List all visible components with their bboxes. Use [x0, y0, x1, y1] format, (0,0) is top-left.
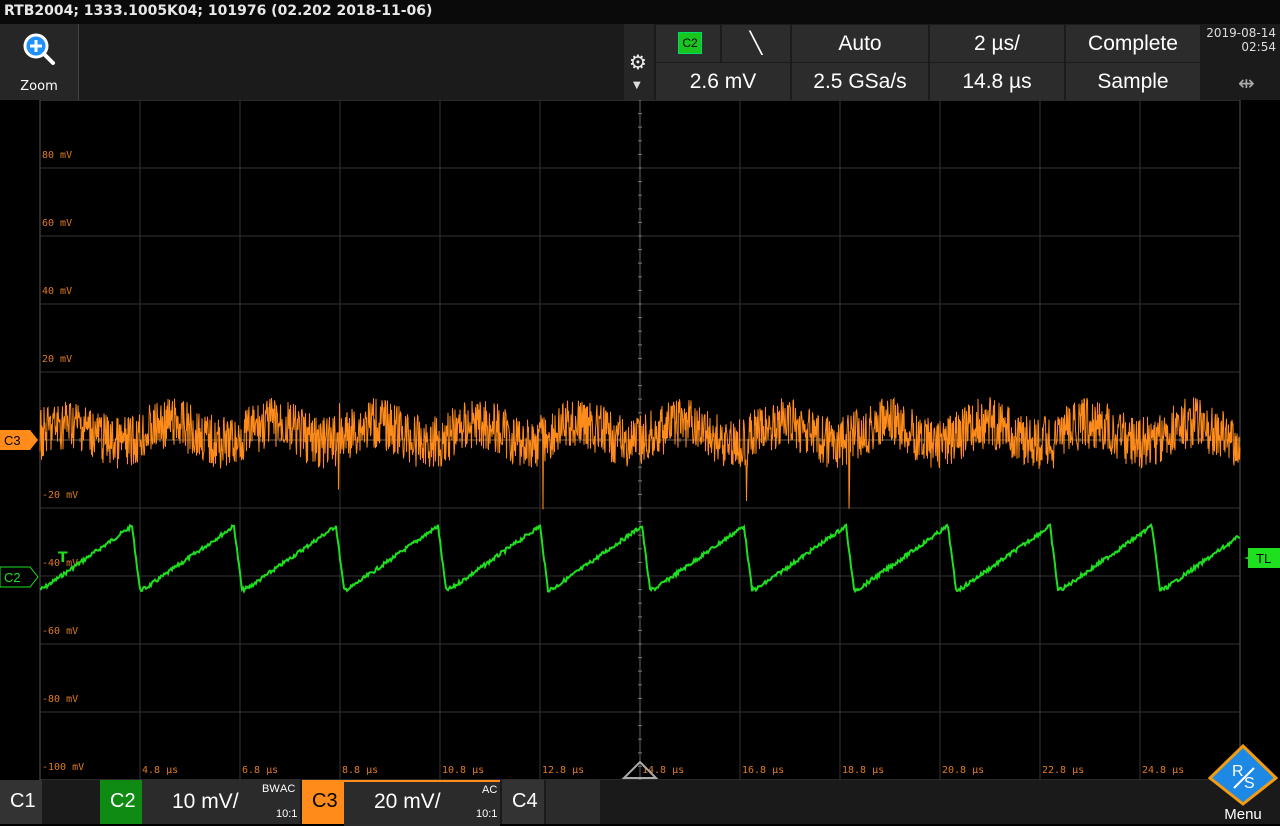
title-bar: RTB2004; 1333.1005K04; 101976 (02.202 20…	[0, 0, 1280, 25]
x-axis-label: 4.8 µs	[142, 765, 178, 776]
c4-label: C4	[512, 790, 538, 812]
top-panel: Zoom ⚙ ▼ C2 ╲ Auto 2 µs/ Complete 2.6 mV…	[0, 24, 1280, 100]
datetime: 2019-08-14 02:54	[1204, 24, 1276, 54]
x-axis-label: 18.8 µs	[842, 765, 884, 776]
waveform-display: 80 mV60 mV40 mV20 mV-20 mV-40 mV-60 mV-8…	[0, 99, 1280, 781]
x-axis-label: 20.8 µs	[942, 765, 984, 776]
channel-c3-settings[interactable]: 20 mV/ AC 10:1	[344, 780, 500, 826]
zoom-in-icon	[23, 33, 55, 65]
channel-c2-tab[interactable]: C2	[100, 780, 142, 824]
chevron-down-icon: ▼	[633, 80, 641, 91]
gear-icon: ⚙	[629, 50, 647, 74]
rs-logo-icon: R S	[1207, 743, 1279, 806]
c3-ground-marker[interactable]: C3	[0, 430, 38, 450]
c2-probe: 10:1	[276, 808, 298, 820]
y-axis-label: -20 mV	[42, 490, 78, 501]
zoom-button[interactable]: Zoom	[0, 24, 79, 100]
y-axis-label: 80 mV	[42, 150, 72, 161]
acquisition-mode[interactable]: Sample	[1066, 63, 1200, 100]
trigger-mode[interactable]: Auto	[792, 25, 928, 62]
x-axis-labels: 4.8 µs 6.8 µs 8.8 µs 10.8 µs 12.8 µs 14.8 µs 1…	[142, 765, 1184, 776]
channel-c4-tab[interactable]: C4	[502, 780, 544, 824]
c3-marker-label: C3	[4, 433, 21, 448]
c1-label: C1	[10, 790, 36, 812]
trigger-level-label: TL	[1256, 551, 1271, 566]
c2-ground-marker[interactable]: C2	[0, 566, 39, 588]
y-axis-labels: 80 mV60 mV40 mV20 mV-20 mV-40 mV-60 mV-8…	[42, 150, 84, 773]
waveform-screen[interactable]: 80 mV 60 mV 40 mV 20 mV -20 mV -40 mV -60 mV -8…	[0, 99, 1280, 781]
trigger-marker: T	[58, 550, 68, 566]
x-axis-label: 6.8 µs	[242, 765, 278, 776]
y-axis-label: -80 mV	[42, 694, 78, 705]
x-axis-label: 16.8 µs	[742, 765, 784, 776]
settings-button[interactable]: ⚙ ▼	[624, 24, 654, 100]
c2-coupling: AC	[280, 783, 296, 795]
svg-text:R: R	[1232, 763, 1244, 780]
y-axis-label: 40 mV	[42, 286, 72, 297]
menu-label: Menu	[1224, 806, 1262, 823]
x-axis-label: 12.8 µs	[542, 765, 584, 776]
c2-marker-label: C2	[4, 570, 21, 585]
y-axis-label: 20 mV	[42, 354, 72, 365]
x-axis-label: 24.8 µs	[1142, 765, 1184, 776]
trigger-source[interactable]: C2	[656, 25, 720, 62]
c3-scale: 20 mV/	[374, 790, 441, 813]
channel-bar: C1 C2 10 mV/ BW AC 10:1 C3 20 mV/ AC 10:…	[0, 780, 1280, 826]
x-axis-label: 8.8 µs	[342, 765, 378, 776]
y-axis-label: 60 mV	[42, 218, 72, 229]
trigger-source-badge: C2	[678, 32, 702, 54]
c2-bandwidth: BW	[262, 783, 280, 795]
c3-label: C3	[312, 790, 338, 812]
trigger-level-marker[interactable]: TL	[1244, 548, 1280, 568]
c2-label: C2	[110, 790, 136, 812]
channel-c3-tab[interactable]: C3	[302, 780, 344, 824]
c3-probe: 10:1	[476, 808, 498, 820]
timebase[interactable]: 2 µs/	[930, 25, 1064, 62]
x-axis-label: 22.8 µs	[1042, 765, 1084, 776]
channel-c2-settings[interactable]: 10 mV/ BW AC 10:1	[142, 780, 300, 824]
x-axis-label: 10.8 µs	[442, 765, 484, 776]
date: 2019-08-14	[1206, 26, 1276, 40]
y-axis-label: -100 mV	[42, 762, 84, 773]
c2-scale: 10 mV/	[172, 790, 239, 813]
zoom-label: Zoom	[20, 79, 58, 94]
menu-button[interactable]: R S Menu	[1206, 743, 1280, 824]
trigger-level[interactable]: 2.6 mV	[656, 63, 790, 100]
horizontal-position[interactable]: 14.8 µs	[930, 63, 1064, 100]
channel-c1-tab[interactable]: C1	[0, 780, 42, 824]
usb-icon: ⇹	[1238, 71, 1255, 95]
instrument-title: RTB2004; 1333.1005K04; 101976 (02.202 20…	[4, 3, 433, 19]
c3-coupling: AC	[482, 784, 498, 796]
acquisition-state[interactable]: Complete	[1066, 25, 1200, 62]
y-axis-label: -60 mV	[42, 626, 78, 637]
time: 02:54	[1241, 40, 1276, 54]
trigger-edge[interactable]: ╲	[722, 25, 790, 62]
sample-rate[interactable]: 2.5 GSa/s	[792, 63, 928, 100]
channel-c4-settings[interactable]	[546, 780, 600, 824]
